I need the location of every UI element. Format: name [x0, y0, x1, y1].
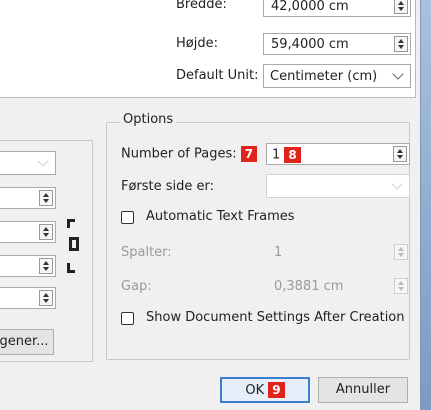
- page-size-panel: Bredde: 42,0000 cm Højde: 59,4000 cm Def…: [0, 0, 416, 98]
- columns-spinner[interactable]: [394, 244, 408, 260]
- chevron-down-icon: [392, 68, 404, 80]
- window-edge: [421, 0, 431, 410]
- height-value: 59,4000 cm: [271, 37, 349, 52]
- chevron-down-icon: [391, 178, 403, 190]
- margin-right-field[interactable]: [0, 255, 56, 277]
- gap-field[interactable]: 0,3881 cm: [266, 276, 410, 298]
- number-of-pages-field[interactable]: 1 8: [266, 143, 410, 165]
- number-of-pages-spinner[interactable]: [393, 146, 407, 162]
- margin-bottom-field[interactable]: [0, 287, 56, 309]
- show-settings-label: Show Document Settings After Creation: [146, 310, 405, 325]
- width-value: 42,0000 cm: [271, 0, 349, 14]
- options-legend: Options: [120, 112, 177, 127]
- number-of-pages-label: Number of Pages: 7: [121, 146, 258, 162]
- height-field[interactable]: 59,4000 cm: [263, 33, 411, 55]
- cancel-button[interactable]: Annuller: [318, 377, 408, 403]
- columns-label: Spalter:: [121, 245, 172, 260]
- margin-top-field[interactable]: [0, 187, 56, 209]
- width-field[interactable]: 42,0000 cm: [263, 0, 411, 17]
- ok-label: OK: [245, 382, 265, 398]
- default-unit-value: Centimeter (cm): [270, 69, 378, 84]
- callout-badge-9: 9: [268, 382, 285, 398]
- height-label: Højde:: [176, 36, 218, 51]
- width-spinner[interactable]: [394, 0, 408, 14]
- gap-label: Gap:: [121, 279, 152, 294]
- margin-left-field[interactable]: [0, 221, 56, 243]
- columns-value: 1: [274, 245, 283, 260]
- chevron-down-icon: [37, 155, 49, 167]
- first-page-select[interactable]: [266, 174, 410, 198]
- gap-spinner[interactable]: [394, 278, 408, 294]
- width-label: Bredde:: [176, 0, 227, 12]
- link-margins-icon[interactable]: [67, 213, 81, 281]
- gap-value: 0,3881 cm: [274, 279, 344, 294]
- default-unit-select[interactable]: Centimeter (cm): [263, 64, 411, 88]
- automatic-text-frames-label: Automatic Text Frames: [146, 209, 295, 224]
- margins-panel: gener...: [0, 140, 93, 362]
- margin-bottom-spinner[interactable]: [39, 290, 53, 306]
- ok-button[interactable]: OK 9: [220, 377, 310, 403]
- printer-margins-button[interactable]: gener...: [0, 329, 54, 355]
- height-spinner[interactable]: [394, 36, 408, 52]
- show-settings-checkbox[interactable]: [121, 312, 134, 325]
- first-page-label: Første side er:: [121, 179, 215, 194]
- preset-select[interactable]: [0, 151, 56, 175]
- callout-badge-7: 7: [240, 146, 258, 162]
- margin-left-spinner[interactable]: [39, 224, 53, 240]
- callout-badge-8: 8: [284, 147, 301, 163]
- cancel-label: Annuller: [335, 382, 391, 397]
- default-unit-label: Default Unit:: [176, 68, 259, 83]
- margin-right-spinner[interactable]: [39, 258, 53, 274]
- number-of-pages-value: 1: [272, 147, 281, 163]
- margin-top-spinner[interactable]: [39, 190, 53, 206]
- automatic-text-frames-checkbox[interactable]: [121, 211, 134, 224]
- columns-field[interactable]: 1: [266, 242, 410, 264]
- new-document-dialog: Bredde: 42,0000 cm Højde: 59,4000 cm Def…: [0, 0, 421, 410]
